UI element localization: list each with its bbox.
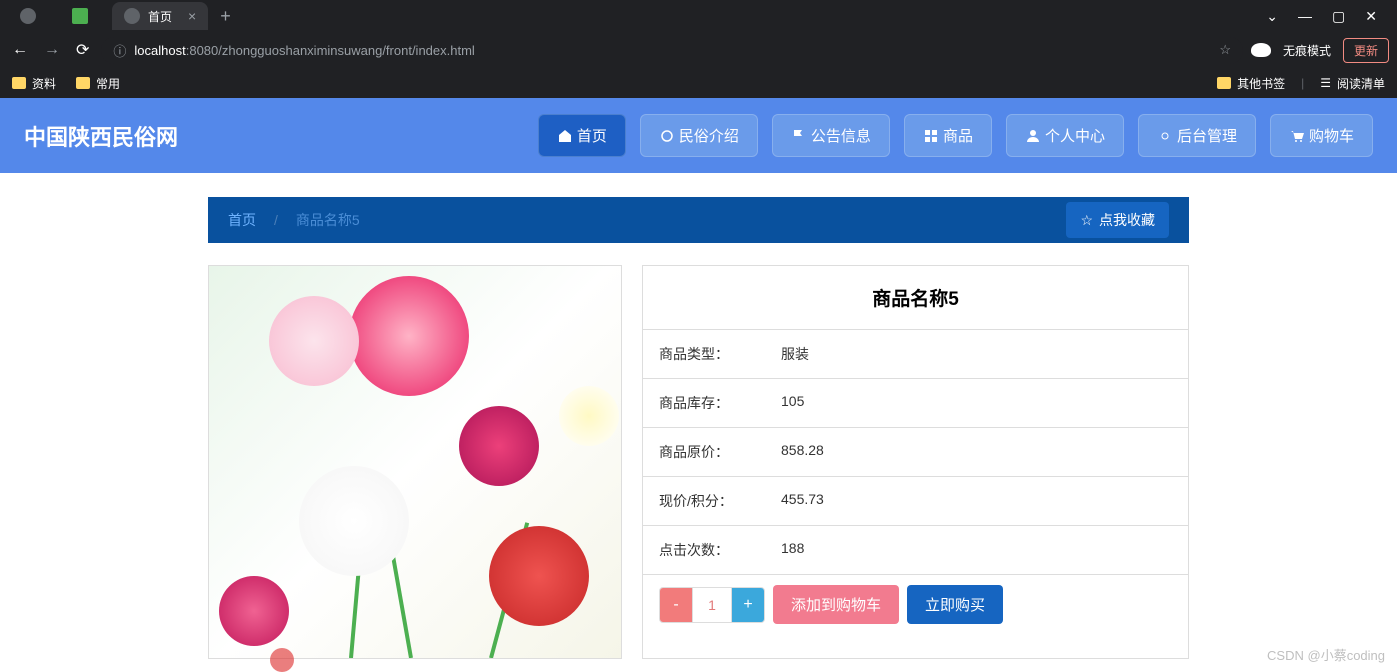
folder-icon [12, 77, 26, 89]
nav-cart[interactable]: 购物车 [1270, 114, 1373, 157]
reading-list[interactable]: ☰阅读清单 [1320, 75, 1385, 92]
star-icon[interactable]: ☆ [1219, 42, 1231, 58]
incognito-label: 无痕模式 [1283, 42, 1331, 59]
nav-admin[interactable]: 后台管理 [1138, 114, 1256, 157]
bookmark-folder-1[interactable]: 资料 [12, 75, 56, 92]
bookmark-bar: 资料 常用 其他书签 | ☰阅读清单 [0, 68, 1397, 98]
sheet-icon [72, 8, 88, 24]
breadcrumb: 首页 / 商品名称5 ☆ 点我收藏 [208, 197, 1189, 243]
folder-icon [76, 77, 90, 89]
star-icon: ☆ [1080, 212, 1093, 229]
content: 首页 / 商品名称5 ☆ 点我收藏 商品名称5 商品类型：服装 商品库存：105… [0, 173, 1397, 659]
row-now: 现价/积分：455.73 [643, 477, 1188, 526]
forward-icon[interactable]: → [40, 37, 64, 63]
buy-now-button[interactable]: 立即购买 [907, 585, 1003, 624]
gear-icon [1157, 128, 1173, 144]
tab-1[interactable] [8, 2, 56, 30]
nav-intro[interactable]: 民俗介绍 [640, 114, 758, 157]
nav-home[interactable]: 首页 [538, 114, 626, 157]
new-tab-button[interactable]: + [220, 6, 231, 27]
flag-icon [791, 128, 807, 144]
nav-user[interactable]: 个人中心 [1006, 114, 1124, 157]
row-stock: 商品库存：105 [643, 379, 1188, 428]
nav-goods[interactable]: 商品 [904, 114, 992, 157]
link-icon [659, 128, 675, 144]
other-bookmarks[interactable]: 其他书签 [1217, 75, 1285, 92]
product-row: 商品名称5 商品类型：服装 商品库存：105 商品原价：858.28 现价/积分… [208, 265, 1189, 659]
bookmark-folder-2[interactable]: 常用 [76, 75, 120, 92]
user-icon [1025, 128, 1041, 144]
close-icon[interactable]: × [188, 8, 196, 24]
update-button[interactable]: 更新 [1343, 38, 1389, 63]
globe-icon [124, 8, 140, 24]
site-header: 中国陕西民俗网 首页 民俗介绍 公告信息 商品 个人中心 后台管理 购物车 [0, 98, 1397, 173]
folder-icon [1217, 77, 1231, 89]
breadcrumb-home[interactable]: 首页 [228, 210, 256, 230]
tab-active[interactable]: 首页 × [112, 2, 208, 30]
grid-icon [923, 128, 939, 144]
quantity-stepper: - + [659, 587, 765, 623]
info-icon: ⓘ [113, 41, 126, 60]
window-controls: ⌄ — ▢ ✕ [1266, 8, 1389, 25]
add-to-cart-button[interactable]: 添加到购物车 [773, 585, 899, 624]
qty-plus-button[interactable]: + [732, 588, 764, 622]
site-title: 中国陕西民俗网 [24, 120, 178, 152]
breadcrumb-current: 商品名称5 [296, 210, 360, 230]
tab-bar: 首页 × + ⌄ — ▢ ✕ [0, 0, 1397, 32]
globe-icon [20, 8, 36, 24]
browser-chrome: 首页 × + ⌄ — ▢ ✕ ← → ⟳ ⓘ localhost:8080/zh… [0, 0, 1397, 98]
row-click: 点击次数：188 [643, 526, 1188, 575]
close-window-icon[interactable]: ✕ [1365, 8, 1377, 25]
minimize-icon[interactable]: — [1298, 8, 1312, 25]
url-path: :8080/zhongguoshanximinsuwang/front/inde… [186, 43, 475, 58]
action-row: - + 添加到购物车 立即购买 [643, 575, 1188, 634]
tab-2[interactable] [60, 2, 108, 30]
product-title: 商品名称5 [643, 266, 1188, 330]
address-bar: ← → ⟳ ⓘ localhost:8080/zhongguoshanximin… [0, 32, 1397, 68]
qty-minus-button[interactable]: - [660, 588, 692, 622]
url-host: localhost [134, 43, 185, 58]
url-input[interactable]: ⓘ localhost:8080/zhongguoshanximinsuwang… [101, 37, 1243, 64]
favorite-button[interactable]: ☆ 点我收藏 [1066, 202, 1169, 238]
back-icon[interactable]: ← [8, 37, 32, 63]
cursor-indicator [270, 648, 294, 672]
list-icon: ☰ [1320, 76, 1331, 90]
product-info: 商品名称5 商品类型：服装 商品库存：105 商品原价：858.28 现价/积分… [642, 265, 1189, 659]
nav-notice[interactable]: 公告信息 [772, 114, 890, 157]
watermark: CSDN @小蔡coding [1267, 645, 1385, 664]
incognito-icon [1251, 43, 1271, 57]
breadcrumb-sep: / [274, 212, 278, 228]
home-icon [557, 128, 573, 144]
product-image [208, 265, 622, 659]
nav-menu: 首页 民俗介绍 公告信息 商品 个人中心 后台管理 购物车 [538, 114, 1373, 157]
row-type: 商品类型：服装 [643, 330, 1188, 379]
row-orig: 商品原价：858.28 [643, 428, 1188, 477]
maximize-icon[interactable]: ▢ [1332, 8, 1345, 25]
chevron-down-icon[interactable]: ⌄ [1266, 8, 1278, 25]
qty-input[interactable] [692, 588, 732, 622]
tab-title: 首页 [148, 8, 172, 25]
cart-icon [1289, 128, 1305, 144]
reload-icon[interactable]: ⟳ [72, 36, 93, 64]
